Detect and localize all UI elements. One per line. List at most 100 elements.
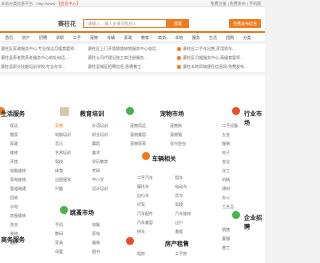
category-item[interactable]: 电脑维修 [10,168,26,174]
nav-item[interactable]: 生活 [209,35,217,41]
category-item[interactable]: 兴趣 [55,186,63,192]
category-title[interactable]: 企业招聘 [244,213,265,231]
category-title[interactable]: 车辆相关 [152,154,176,163]
nav-item[interactable]: 车辆 [107,35,115,41]
category-item[interactable]: 机械 [222,177,230,183]
category-title[interactable]: 商务服务 [1,235,25,244]
category-item[interactable]: 租车 [175,175,183,181]
category-title[interactable]: 房产租售 [165,239,189,248]
category-item[interactable]: 外语培训 [92,123,108,129]
category-item[interactable]: 五金 [222,132,230,138]
nav-item[interactable]: 分类 [243,35,251,41]
category-item[interactable]: 工艺品 [222,204,234,210]
category-item[interactable]: 电子 [222,150,230,156]
category-title[interactable]: 教育培训 [80,109,104,118]
category-item[interactable]: 家电维修 [10,177,26,183]
category-item[interactable]: 房屋维修 [10,213,26,219]
category-item[interactable]: 管道疏通 [10,186,26,192]
nav-item[interactable]: 商务 [158,35,166,41]
category-item[interactable]: 花鸟鱼虫 [170,141,186,147]
category-item[interactable]: 音乐 [55,141,63,147]
ticker-item[interactable]: 赛柱本地同城便民信息网,免费发布... [177,64,247,70]
category-item[interactable]: 电脑 [92,222,100,228]
nav-item[interactable]: 团购 [226,35,234,41]
category-item[interactable]: 宠物猫 [170,132,182,138]
nav-item[interactable]: 教育 [141,35,149,41]
category-item[interactable]: 租房 [137,251,145,257]
category-item[interactable]: 学历教育 [92,159,108,165]
category-item[interactable]: 二手设备 [222,123,238,129]
site-logo[interactable]: 赛柱花 [58,19,76,28]
category-item[interactable]: 自行车 [137,193,149,199]
category-item[interactable]: 服装 [92,240,100,246]
nav-item[interactable]: 宠物 [90,35,98,41]
category-item[interactable]: 维修 [10,150,18,156]
category-title[interactable]: 生活服务 [1,109,25,118]
category-item[interactable]: 舞蹈 [92,141,100,147]
category-item[interactable]: 保洁 [10,123,18,129]
category-title[interactable]: 宠物市场 [160,109,184,118]
ticker-item[interactable]: 赛柱区二手车出售,家用轿车... [177,46,235,52]
category-item[interactable]: 销售 [222,227,230,233]
category-item[interactable]: 汽车配件 [137,211,153,217]
category-item[interactable]: 家具 [55,240,63,246]
category-item[interactable]: 水电 [10,204,18,210]
category-item[interactable]: 图书 [92,249,100,255]
category-item[interactable]: 艺术培训 [55,150,71,156]
top-right-links[interactable]: 免费注册 | 免费发布 | 手机版 [210,0,261,6]
category-item[interactable]: 拼车 [137,229,145,235]
category-item[interactable]: 搬家 [10,132,18,138]
category-item[interactable]: 宠物狗 [170,123,182,129]
category-item[interactable]: 二手房 [175,251,187,257]
ticker-item[interactable]: 赛柱区月嫂服务中心,高级育婴师... [177,55,243,61]
category-title[interactable]: 跳蚤市场 [70,208,94,217]
category-item[interactable]: 宠物用品 [130,123,146,129]
post-button[interactable]: 免费发布信息 [229,19,261,28]
category-title[interactable]: 行业市场 [244,109,265,127]
category-item[interactable]: 职业培训 [92,132,108,138]
ticker-item[interactable]: 赛柱县职业技能培训学校,专业办学... [1,64,65,70]
category-item[interactable]: 汽车美容 [137,220,153,226]
category-item[interactable]: 母婴 [55,249,63,255]
nav-item[interactable]: 家政 [124,35,132,41]
category-item[interactable]: 代驾 [137,202,145,208]
category-item[interactable]: 美术 [92,150,100,156]
category-item[interactable]: 家政 [10,141,18,147]
nav-item[interactable]: 本地 [175,35,183,41]
category-item[interactable]: 服装 [222,141,230,147]
category-item[interactable]: 家教 [55,123,63,129]
category-item[interactable]: 电动车 [175,184,187,190]
ticker-item[interactable]: 赛柱县城区招聘信息,急聘普工... [88,64,144,70]
category-item[interactable]: 驾校 [55,159,63,165]
category-item[interactable]: 宠物寄养 [130,141,146,147]
nav-item[interactable]: 招聘 [39,35,47,41]
category-item[interactable]: 宠物美容 [130,132,146,138]
category-item[interactable]: 体育 [55,168,63,174]
category-item[interactable]: 客服 [222,236,230,242]
category-item[interactable]: 驾校 [175,202,183,208]
nav-item[interactable]: 服务 [192,35,200,41]
category-item[interactable]: 设计培训 [92,186,108,192]
category-item[interactable]: 救援 [175,229,183,235]
search-button[interactable]: 搜索 [167,19,189,28]
ticker-item[interactable]: 赛柱区家政服务中心,专业保洁月嫂育婴师... [1,46,77,52]
category-item[interactable]: 手机 [55,222,63,228]
category-item[interactable]: 二手汽车 [137,175,153,181]
category-item[interactable]: 农业 [222,159,230,165]
category-item[interactable]: 普工 [222,245,230,251]
category-item[interactable]: 家电 [92,231,100,237]
category-item[interactable]: 化工 [222,168,230,174]
category-item[interactable]: 开锁 [10,159,18,165]
ticker-item[interactable]: 赛柱县养老院养老服务中心地址电话... [1,55,68,61]
category-item[interactable]: 办公 [222,195,230,201]
nav-item[interactable]: 首页 [5,35,13,41]
category-item[interactable]: 出国留学 [55,177,71,183]
category-item[interactable]: 回收 [10,195,18,201]
category-item[interactable]: 数码 [55,231,63,237]
nav-item[interactable]: 房产 [22,35,30,41]
category-item[interactable]: 建材 [222,186,230,192]
vip-center-link[interactable]: 【会员中心】 [56,1,80,6]
category-item[interactable]: 汽车维修 [175,211,191,217]
category-item[interactable]: 中小学 [92,177,104,183]
ticker-item[interactable]: 赛柱公司代理记账工商注册服务... [88,55,147,61]
